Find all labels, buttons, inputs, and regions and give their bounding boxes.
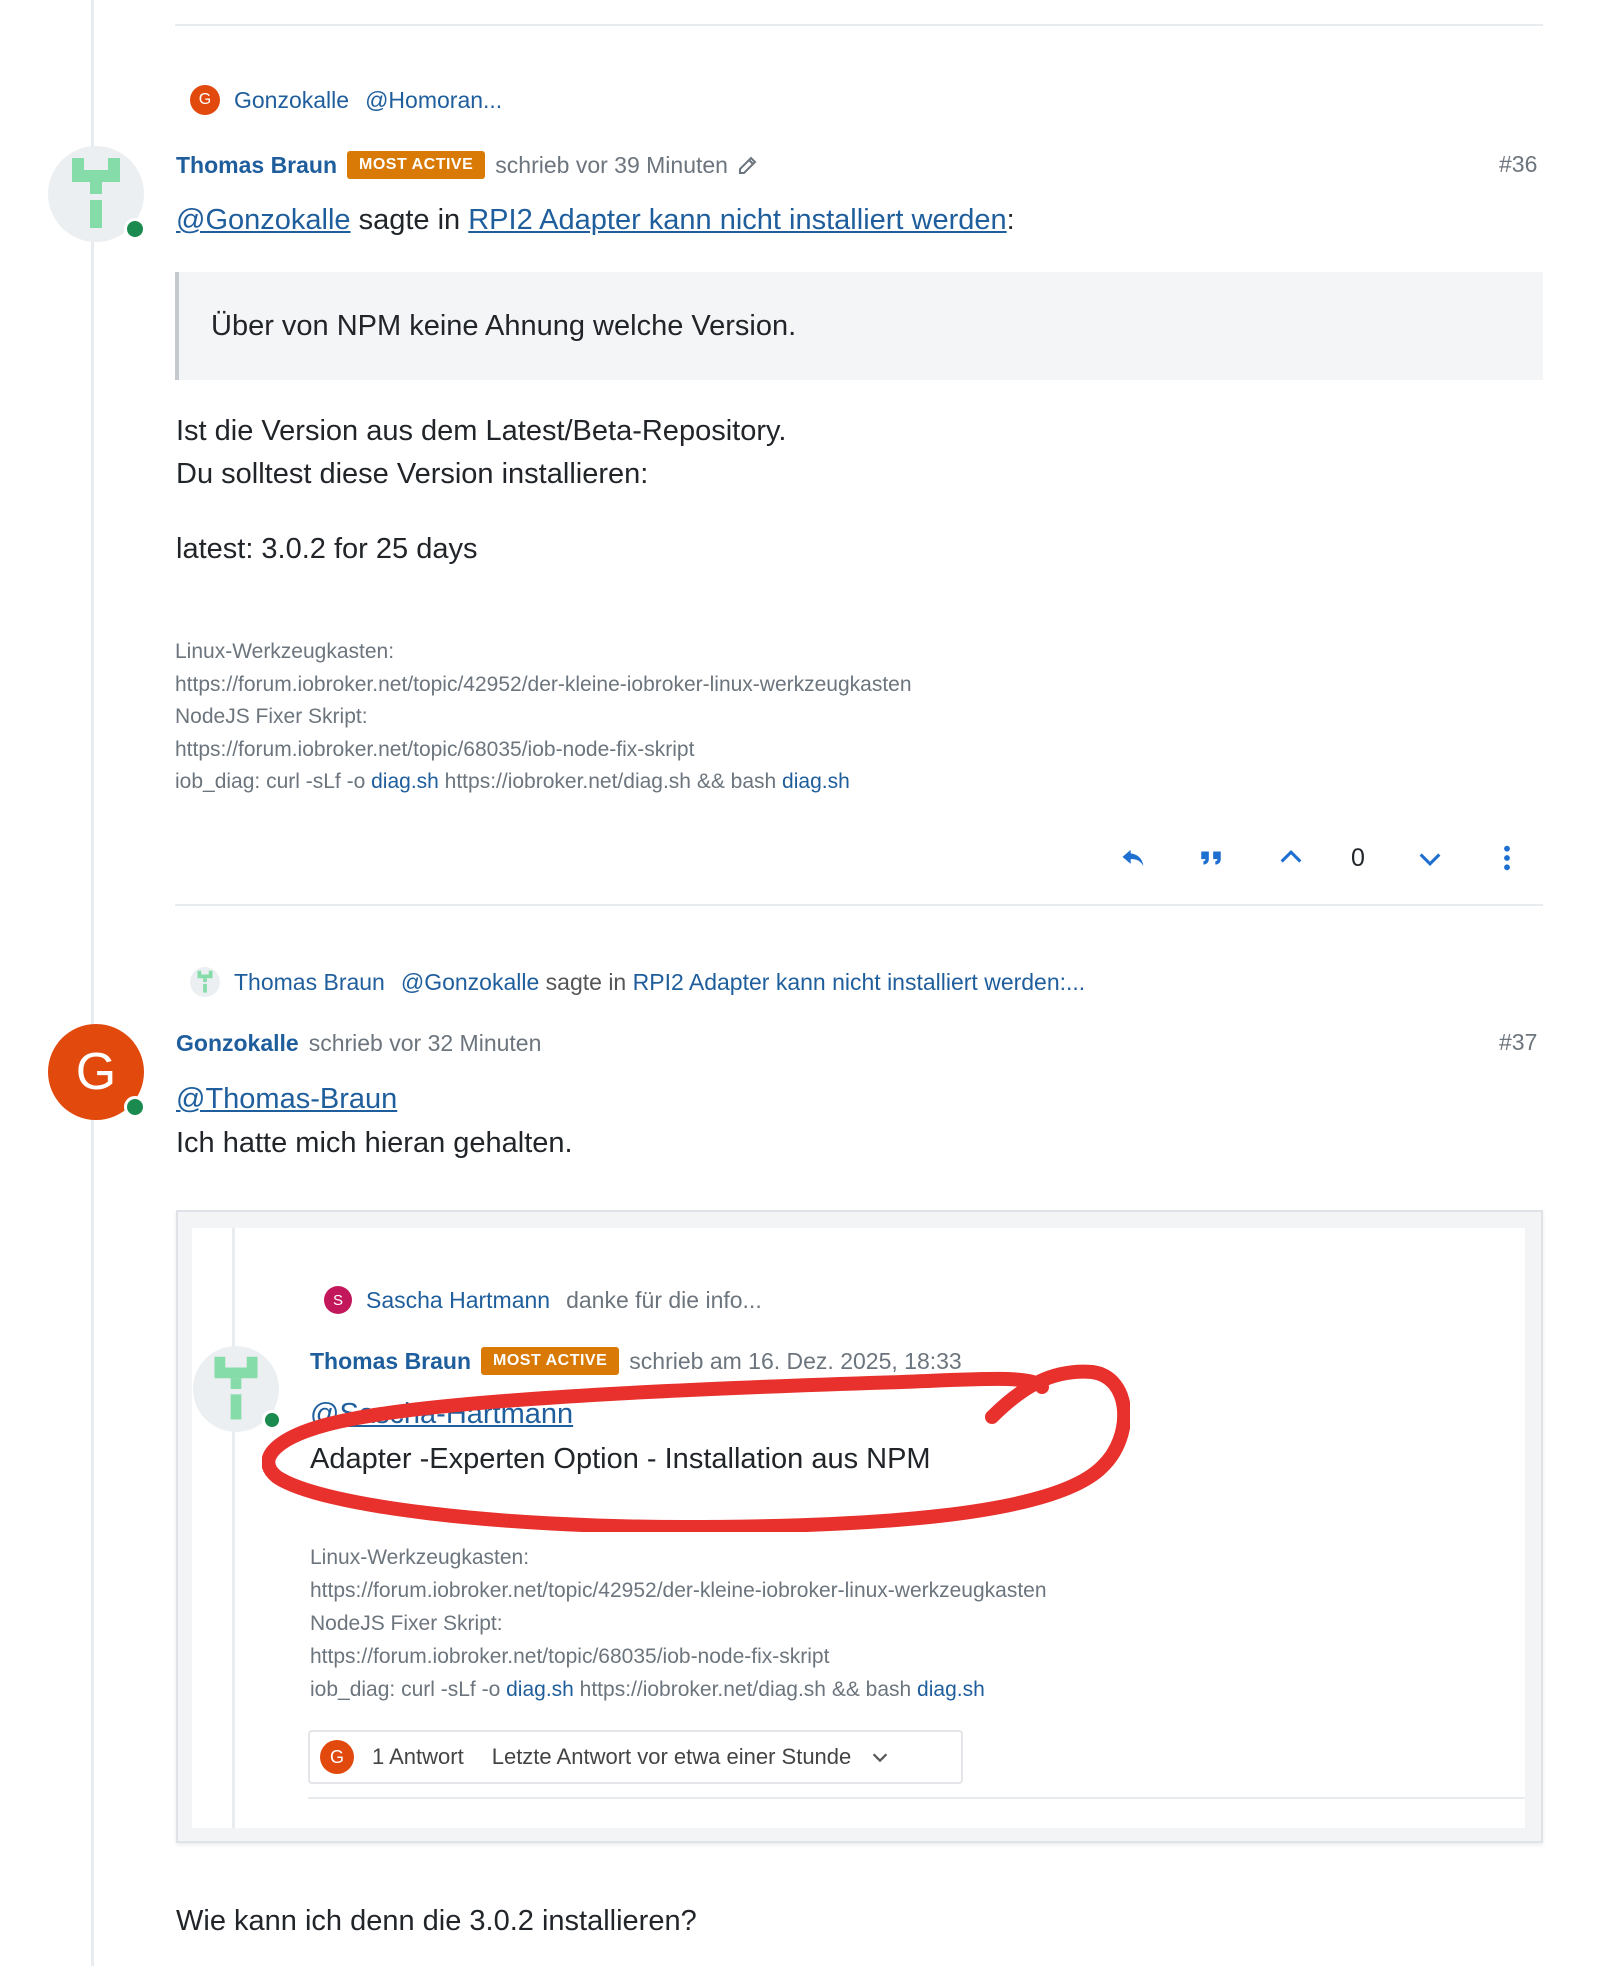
mention-line: @Thomas-Braun: [176, 1083, 397, 1116]
post-number[interactable]: #37: [1499, 1029, 1537, 1056]
timeline-line: [91, 0, 94, 1966]
diag-text: https://iobroker.net/diag.sh && bash: [573, 1678, 918, 1701]
quote-header: @Gonzokalle sagte in RPI2 Adapter kann n…: [176, 204, 1015, 237]
diag-link: diag.sh: [917, 1678, 985, 1701]
signature-url[interactable]: https://forum.iobroker.net/topic/42952/d…: [175, 669, 912, 702]
more-button[interactable]: [1487, 838, 1527, 878]
parent-snippet[interactable]: @Gonzokalle sagte in RPI2 Adapter kann n…: [401, 969, 1085, 996]
post-number[interactable]: #36: [1499, 151, 1537, 178]
diag-link[interactable]: diag.sh: [782, 770, 850, 793]
reply-button[interactable]: [1113, 838, 1153, 878]
last-reply: Letzte Antwort vor etwa einer Stunde: [491, 1744, 852, 1769]
post-meta: Thomas Braun MOST ACTIVE schrieb vor 39 …: [176, 148, 760, 182]
post-author[interactable]: Gonzokalle: [176, 1030, 299, 1057]
diag-text: https://iobroker.net/diag.sh && bash: [438, 770, 783, 793]
screenshot-timeline-line: [232, 1228, 235, 1828]
chevron-down-icon: [873, 1753, 888, 1763]
diag-text: iob_diag: curl -sLf -o: [310, 1678, 507, 1701]
screenshot-signature: Linux-Werkzeugkasten: https://forum.iobr…: [310, 1541, 1047, 1706]
diag-text: iob_diag: curl -sLf -o: [175, 770, 372, 793]
red-annotation-circle: [262, 1364, 1130, 1532]
parent-post-reference[interactable]: Thomas Braun @Gonzokalle sagte in RPI2 A…: [190, 967, 1085, 997]
mention-link[interactable]: @Gonzokalle: [176, 204, 351, 236]
parent-snippet[interactable]: @Homoran...: [365, 87, 502, 114]
online-status-dot: [124, 1096, 146, 1118]
body-line-1: Ist die Version aus dem Latest/Beta-Repo…: [176, 415, 787, 447]
parent-author-name: Sascha Hartmann: [366, 1286, 551, 1313]
vote-count[interactable]: 0: [1351, 838, 1365, 878]
parent-topic[interactable]: RPI2 Adapter kann nicht installiert werd…: [633, 969, 1086, 995]
signature-line: Linux-Werkzeugkasten:: [175, 640, 395, 663]
parent-snippet: danke für die info...: [566, 1286, 762, 1313]
body-final-line: Wie kann ich denn die 3.0.2 installieren…: [176, 1905, 697, 1937]
post-author[interactable]: Thomas Braun: [176, 152, 337, 179]
more-vertical-icon: [1504, 845, 1510, 871]
signature-line: NodeJS Fixer Skript:: [310, 1612, 503, 1635]
most-active-badge: MOST ACTIVE: [347, 151, 486, 179]
diag-link[interactable]: diag.sh: [371, 770, 439, 793]
post-meta: Gonzokalle schrieb vor 32 Minuten: [176, 1026, 541, 1060]
mention-link[interactable]: @Thomas-Braun: [176, 1083, 397, 1115]
downvote-button[interactable]: [1410, 838, 1450, 878]
diag-link: diag.sh: [506, 1678, 574, 1701]
post-divider: [175, 24, 1543, 26]
signature-url: https://forum.iobroker.net/topic/42952/d…: [310, 1579, 1047, 1602]
reply-avatar: G: [320, 1740, 354, 1774]
signature-url: https://forum.iobroker.net/topic/68035/i…: [310, 1645, 830, 1668]
colon-text: :: [1006, 204, 1015, 236]
says-text: sagte in: [358, 204, 461, 236]
online-status-dot: [124, 218, 146, 240]
post-divider: [175, 904, 1543, 906]
body-line-2: Du solltest diese Version installieren:: [176, 458, 649, 490]
parent-author-name[interactable]: Thomas Braun: [234, 969, 385, 996]
signature-line: NodeJS Fixer Skript:: [175, 705, 368, 728]
blockquote: Über von NPM keine Ahnung welche Version…: [175, 272, 1543, 380]
parent-author-avatar: [190, 967, 220, 997]
parent-author-avatar: S: [324, 1286, 352, 1314]
parent-author-name[interactable]: Gonzokalle: [234, 87, 349, 114]
avatar-identicon-icon: [197, 970, 213, 993]
reply-icon: [1122, 849, 1144, 867]
topic-link[interactable]: RPI2 Adapter kann nicht installiert werd…: [468, 204, 1006, 236]
parent-author-avatar: G: [190, 85, 220, 115]
screenshot-divider: [308, 1797, 1525, 1799]
chevron-up-icon: [1280, 850, 1302, 863]
reply-count: 1 Antwort: [372, 1744, 464, 1769]
screenshot-replies-bar: G 1 Antwort Letzte Antwort vor etwa eine…: [308, 1730, 963, 1784]
body-line-1: Ich hatte mich hieran gehalten.: [176, 1127, 573, 1159]
quote-text: Über von NPM keine Ahnung welche Version…: [211, 309, 797, 342]
parent-says: sagte in: [545, 968, 627, 995]
edit-icon: [738, 156, 757, 174]
screenshot-parent-reference: S Sascha Hartmann danke für die info...: [324, 1286, 762, 1314]
upvote-button[interactable]: [1271, 838, 1311, 878]
quote-button[interactable]: [1191, 838, 1231, 878]
signature-diag-line: iob_diag: curl -sLf -o diag.sh https://i…: [175, 766, 912, 799]
signature-url[interactable]: https://forum.iobroker.net/topic/68035/i…: [175, 734, 912, 767]
body-line-3: latest: 3.0.2 for 25 days: [176, 533, 478, 565]
parent-mention[interactable]: @Gonzokalle: [401, 969, 539, 995]
post-timestamp[interactable]: schrieb vor 32 Minuten: [309, 1030, 542, 1057]
quote-icon: [1201, 851, 1221, 865]
parent-post-reference[interactable]: G Gonzokalle @Homoran...: [190, 85, 502, 115]
chevron-down-icon: [1419, 853, 1441, 866]
signature: Linux-Werkzeugkasten: https://forum.iobr…: [175, 636, 912, 799]
signature-diag-line: iob_diag: curl -sLf -o diag.sh https://i…: [310, 1673, 1047, 1706]
signature-line: Linux-Werkzeugkasten:: [310, 1546, 530, 1569]
post-timestamp[interactable]: schrieb vor 39 Minuten: [495, 152, 728, 179]
